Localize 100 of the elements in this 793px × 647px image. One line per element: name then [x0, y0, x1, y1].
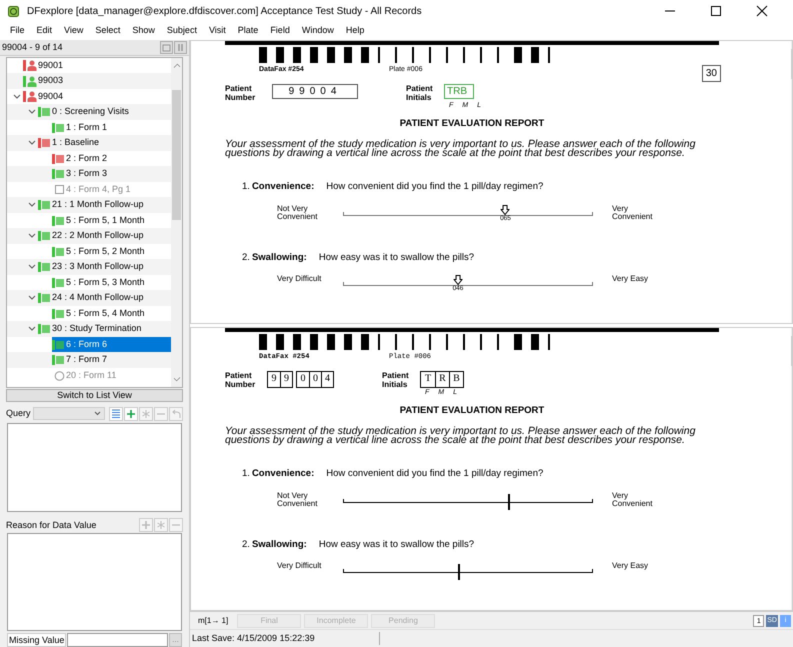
tree-item[interactable]: 5 : Form 5, 3 Month	[52, 274, 171, 290]
status-icon	[38, 200, 51, 210]
status-icon	[38, 231, 51, 242]
tree-item[interactable]: 99001	[23, 58, 171, 74]
list-icon[interactable]	[109, 406, 123, 421]
person-status-icon	[23, 60, 37, 72]
plus-icon[interactable]	[124, 406, 138, 421]
tree-item[interactable]: 1 : Form 1	[52, 120, 171, 136]
question-text: How easy was it to swallow the pills?	[318, 538, 474, 552]
empty-circle-icon	[52, 370, 65, 381]
menu-item[interactable]: Field	[264, 24, 296, 38]
menu-item[interactable]: Window	[296, 24, 340, 38]
field-label: Patient Initials	[382, 371, 410, 389]
question-number: 1.	[242, 180, 250, 194]
switch-view-button[interactable]: Switch to List View	[6, 388, 183, 402]
handwritten-digit: 0	[309, 372, 321, 387]
status-icon	[38, 262, 51, 272]
status-icon	[38, 107, 51, 118]
question-label: Convenience:	[252, 180, 314, 194]
chevron-down-icon[interactable]	[28, 295, 36, 302]
form-title: PATIENT EVALUATION REPORT	[398, 404, 546, 418]
tree-item[interactable]: 99004	[23, 88, 171, 104]
question-text: How convenient did you find the 1 pill/day regimen?	[326, 467, 544, 482]
instructions-text: Your assessment of the study medication is very important to us. Please answer each of the following questions by drawing a vertical line across the scale at the point that best describes your response.	[225, 140, 696, 158]
form-title: PATIENT EVALUATION REPORT	[398, 117, 546, 131]
status-icon	[38, 324, 51, 334]
tree-item[interactable]: 4 : Form 4, Pg 1	[52, 182, 171, 198]
status-icon	[52, 169, 65, 180]
pause-icon[interactable]	[174, 40, 187, 54]
menu-item[interactable]: Show	[126, 24, 161, 38]
handwritten-letter: R	[435, 372, 449, 387]
chevron-down-icon[interactable]	[28, 233, 36, 240]
record-button[interactable]: m[1→ 1]	[192, 614, 234, 628]
app-logo-icon	[8, 6, 19, 16]
query-text-area[interactable]	[7, 422, 182, 512]
navigator-header: 99004 - 9 of 14	[2, 40, 63, 54]
question-number: 2.	[242, 250, 250, 264]
menu-item[interactable]: Visit	[202, 24, 232, 38]
menu-item[interactable]: Select	[89, 24, 126, 38]
handwritten-digit: 4	[321, 372, 333, 387]
chevron-down-icon[interactable]	[13, 94, 21, 100]
handwritten-letter: B	[449, 372, 463, 387]
tree-item[interactable]: 6 : Form 6	[52, 336, 171, 352]
menu-item[interactable]: File	[4, 24, 31, 38]
status-icon	[52, 122, 65, 133]
chevron-down-icon[interactable]	[28, 109, 36, 116]
status-icon	[52, 216, 65, 226]
menu-item[interactable]: View	[58, 24, 90, 38]
tree-item[interactable]: 5 : Form 5, 1 Month	[52, 212, 171, 228]
visit-number-field[interactable]: 30	[702, 64, 721, 82]
scale-left-label: Very Difficult	[277, 274, 322, 283]
status-icon	[52, 278, 65, 288]
status-icon	[38, 293, 51, 304]
instructions-text: Your assessment of the study medication is very important to us. Please answer each of the following questions by drawing a vertical line across the scale at the point that best describes your response.	[225, 427, 696, 446]
scale-left-label: Not Very Convenient	[277, 492, 318, 508]
tree-item[interactable]: 5 : Form 5, 4 Month	[52, 306, 171, 322]
chevron-down-icon[interactable]	[28, 326, 36, 332]
handwritten-digit: 9	[280, 372, 292, 387]
field-label: Patient Number	[225, 84, 256, 102]
handwritten-letter: T	[424, 372, 432, 386]
reason-text-area[interactable]	[7, 533, 182, 631]
missing-value-label: Missing Value	[7, 633, 66, 647]
menu-item[interactable]: Plate	[232, 24, 264, 38]
person-status-icon	[23, 91, 37, 102]
question-number: 2.	[242, 538, 250, 552]
marker-arrow-icon[interactable]	[454, 274, 462, 285]
menu-item[interactable]: Subject	[160, 24, 203, 38]
empty-square-icon	[52, 184, 65, 195]
scale-left-label: Very Difficult	[277, 562, 322, 570]
scrollbar[interactable]	[171, 58, 182, 387]
question-text: How easy was it to swallow the pills?	[318, 250, 474, 264]
status-text: Last Save: 4/15/2009 15:22:39	[190, 632, 380, 646]
handwritten-digit: 9	[270, 372, 278, 386]
menu-item[interactable]: Help	[340, 24, 370, 38]
chevron-down-icon	[94, 411, 101, 416]
status-icon	[52, 340, 65, 350]
question-number: 1.	[242, 467, 250, 482]
scrollbar[interactable]	[791, 328, 792, 610]
field-label: Patient Number	[225, 371, 256, 389]
question-label: Swallowing:	[252, 250, 307, 264]
tree-item[interactable]: 5 : Form 5, 2 Month	[52, 244, 171, 260]
tree-item[interactable]: 20 : Form 11	[52, 368, 171, 384]
scrollbar[interactable]	[791, 41, 792, 323]
scale-left-label: Not Very Convenient	[277, 204, 318, 220]
status-icon	[52, 154, 65, 164]
question-label: Convenience:	[252, 467, 314, 482]
marker-arrow-icon[interactable]	[501, 204, 510, 214]
status-icon	[52, 246, 65, 257]
person-status-icon	[23, 76, 37, 87]
menu-item[interactable]: Edit	[30, 24, 58, 38]
window-title: DFexplore [data_manager@explore.dfdiscover.com] Acceptance Test Study - All Records	[27, 4, 422, 18]
patient-number-field[interactable]: 99004	[272, 84, 358, 99]
missing-value-field[interactable]	[67, 633, 168, 647]
chevron-down-icon[interactable]	[28, 140, 36, 146]
chevron-down-icon[interactable]	[28, 264, 36, 270]
tree-item[interactable]: 2 : Form 2	[52, 150, 171, 166]
scale-right-label: Very Easy	[612, 562, 650, 570]
chevron-down-icon[interactable]	[28, 202, 36, 208]
question-text: How convenient did you find the 1 pill/day regimen?	[326, 180, 544, 194]
status-icon	[38, 138, 51, 148]
